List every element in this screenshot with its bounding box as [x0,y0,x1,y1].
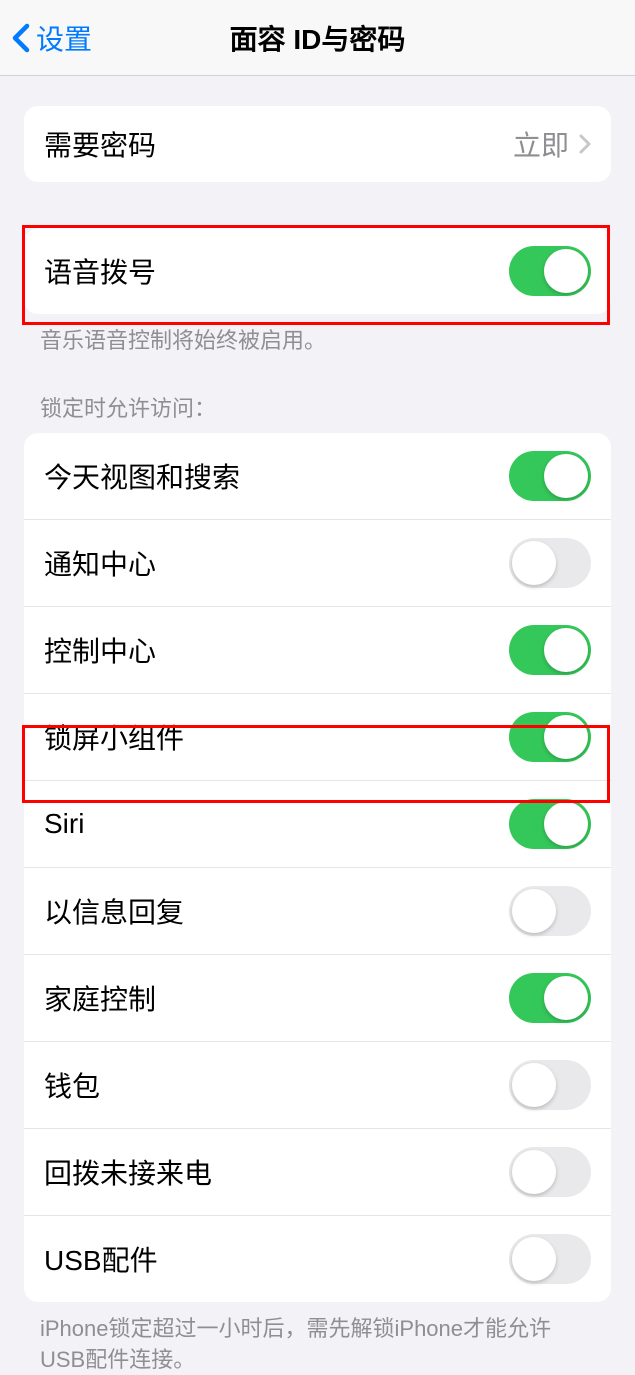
lock-access-row: 家庭控制 [24,954,611,1041]
lock-access-footer: iPhone锁定超过一小时后，需先解锁iPhone才能允许 USB配件连接。 [0,1302,635,1375]
toggle-knob [544,454,588,498]
lock-access-toggle[interactable] [509,538,591,588]
lock-access-item-label: 控制中心 [44,630,156,670]
lock-access-row: 锁屏小组件 [24,693,611,780]
toggle-knob [512,541,556,585]
voice-dial-group: 语音拨号 [24,228,611,314]
page-title: 面容 ID与密码 [230,18,406,58]
lock-access-toggle[interactable] [509,1147,591,1197]
nav-bar: 设置 面容 ID与密码 [0,0,635,76]
lock-access-row: 控制中心 [24,606,611,693]
lock-access-toggle[interactable] [509,886,591,936]
back-button[interactable]: 设置 [0,18,92,58]
lock-access-item-label: 今天视图和搜索 [44,456,240,496]
lock-access-toggle[interactable] [509,712,591,762]
toggle-knob [544,976,588,1020]
lock-access-group: 今天视图和搜索通知中心控制中心锁屏小组件 Siri 以信息回复家庭控制钱包回拨未接来… [24,433,611,1302]
lock-access-toggle[interactable] [509,1060,591,1110]
lock-access-row: USB配件 [24,1215,611,1302]
toggle-knob [512,1150,556,1194]
lock-access-row: 今天视图和搜索 [24,433,611,519]
require-passcode-value: 立即 [513,124,569,164]
voice-dial-row: 语音拨号 [24,228,611,314]
lock-access-row: 钱包 [24,1041,611,1128]
lock-access-toggle[interactable] [509,973,591,1023]
require-passcode-label: 需要密码 [44,124,156,164]
lock-access-toggle[interactable] [509,451,591,501]
lock-access-row: 以信息回复 [24,867,611,954]
lock-access-item-label: 回拨未接来电 [44,1152,212,1192]
lock-access-item-label: 锁屏小组件 [44,717,184,757]
toggle-knob [544,628,588,672]
lock-access-toggle[interactable] [509,799,591,849]
chevron-right-icon [579,134,591,154]
lock-access-header: 锁定时允许访问： [0,357,635,433]
lock-access-row: Siri [24,780,611,867]
lock-access-item-label: 以信息回复 [44,891,184,931]
lock-access-item-label: 家庭控制 [44,978,156,1018]
require-passcode-value-wrap: 立即 [513,124,591,164]
toggle-knob [512,889,556,933]
lock-access-toggle[interactable] [509,625,591,675]
voice-dial-toggle[interactable] [509,246,591,296]
back-label: 设置 [36,18,92,58]
chevron-left-icon [12,23,30,53]
lock-access-toggle[interactable] [509,1234,591,1284]
lock-access-item-label: 通知中心 [44,543,156,583]
toggle-knob [512,1063,556,1107]
toggle-knob [544,802,588,846]
require-passcode-row[interactable]: 需要密码 立即 [24,106,611,182]
lock-access-item-label: Siri [44,808,84,840]
lock-access-item-label: USB配件 [44,1239,158,1279]
lock-access-row: 回拨未接来电 [24,1128,611,1215]
toggle-knob [544,249,588,293]
toggle-knob [544,715,588,759]
require-passcode-group: 需要密码 立即 [24,106,611,182]
lock-access-row: 通知中心 [24,519,611,606]
voice-dial-label: 语音拨号 [44,251,156,291]
content: 需要密码 立即 语音拨号 音乐语音控制将始终被启用。 锁定时允许访问： 今天视图… [0,76,635,1375]
lock-access-item-label: 钱包 [44,1065,100,1105]
voice-dial-footer: 音乐语音控制将始终被启用。 [0,314,635,357]
toggle-knob [512,1237,556,1281]
